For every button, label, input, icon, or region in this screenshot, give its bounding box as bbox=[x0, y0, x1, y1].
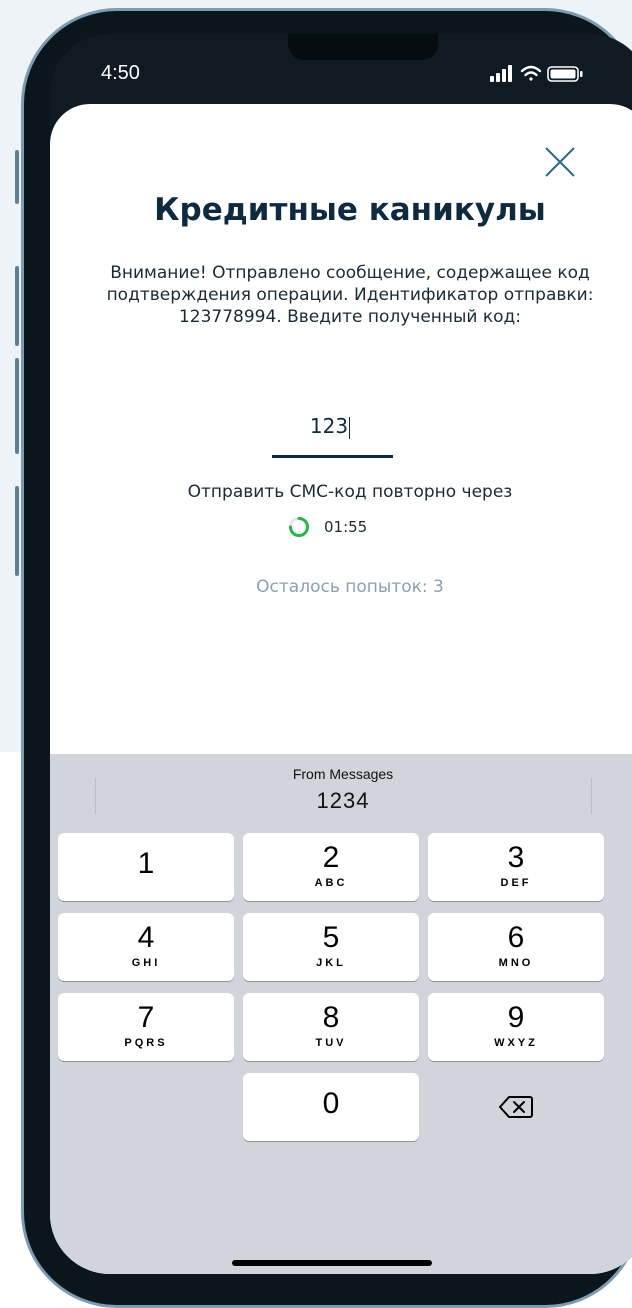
key-9[interactable]: 9 WXYZ bbox=[428, 993, 604, 1061]
key-2[interactable]: 2 ABC bbox=[243, 833, 419, 901]
text-caret bbox=[349, 416, 351, 439]
backspace-icon bbox=[499, 1096, 533, 1118]
key-digit: 4 bbox=[137, 921, 155, 954]
suggestion-code: 1234 bbox=[316, 788, 370, 813]
key-digit: 1 bbox=[137, 847, 155, 880]
suggestion-source: From Messages bbox=[292, 766, 394, 782]
key-digit: 5 bbox=[322, 921, 340, 954]
status-icons bbox=[490, 65, 583, 82]
key-digit: 6 bbox=[507, 921, 525, 954]
phone-side-button bbox=[15, 358, 19, 454]
phone-side-button bbox=[15, 150, 19, 204]
battery-icon bbox=[547, 66, 583, 82]
key-7[interactable]: 7 PQRS bbox=[58, 993, 234, 1061]
key-letters: MNO bbox=[498, 957, 534, 969]
key-digit: 9 bbox=[507, 1001, 525, 1034]
key-digit: 7 bbox=[137, 1001, 155, 1034]
delete-key[interactable] bbox=[428, 1073, 604, 1141]
numeric-keyboard: From Messages 1234 1 2 ABC 3 DEF 4 GHI 5… bbox=[50, 754, 632, 1274]
key-digit: 8 bbox=[322, 1001, 340, 1034]
wifi-icon bbox=[520, 65, 542, 81]
key-letters: PQRS bbox=[124, 1037, 168, 1049]
key-5[interactable]: 5 JKL bbox=[243, 913, 419, 981]
key-letters: DEF bbox=[500, 877, 532, 889]
key-digit: 3 bbox=[507, 841, 525, 874]
resend-timer: 01:55 bbox=[288, 516, 428, 540]
phone-screen: 4:50 Кредитные каникулы Внимание! Отправ… bbox=[50, 34, 632, 1274]
sms-code-input[interactable]: 123 bbox=[270, 414, 390, 439]
resend-label: Отправить СМС-код повторно через bbox=[187, 482, 513, 502]
close-icon[interactable] bbox=[542, 144, 578, 180]
key-letters: TUV bbox=[315, 1037, 347, 1049]
key-0[interactable]: 0 bbox=[243, 1073, 419, 1141]
key-6[interactable]: 6 MNO bbox=[428, 913, 604, 981]
key-digit: 0 bbox=[322, 1087, 340, 1120]
key-letters: ABC bbox=[314, 877, 348, 889]
key-1[interactable]: 1 bbox=[58, 833, 234, 901]
key-3[interactable]: 3 DEF bbox=[428, 833, 604, 901]
code-input-underline bbox=[272, 455, 393, 458]
key-letters: JKL bbox=[316, 957, 346, 969]
key-digit: 2 bbox=[322, 841, 340, 874]
modal-description: Внимание! Отправлено сообщение, содержащ… bbox=[106, 263, 594, 327]
attempts-remaining: Осталось попыток: 3 bbox=[256, 577, 444, 597]
autofill-suggestion[interactable]: From Messages 1234 bbox=[50, 760, 632, 824]
modal-title: Кредитные каникулы bbox=[154, 192, 546, 228]
home-indicator bbox=[232, 1260, 432, 1266]
phone-side-button bbox=[15, 266, 19, 346]
key-letters: GHI bbox=[131, 957, 161, 969]
key-8[interactable]: 8 TUV bbox=[243, 993, 419, 1061]
sms-code-value: 123 bbox=[309, 414, 349, 438]
countdown-spinner-icon bbox=[289, 517, 309, 537]
signal-icon bbox=[490, 65, 512, 82]
status-time: 4:50 bbox=[101, 62, 140, 84]
key-letters: WXYZ bbox=[494, 1037, 538, 1049]
timer-value: 01:55 bbox=[324, 518, 368, 536]
phone-notch bbox=[288, 34, 438, 60]
key-4[interactable]: 4 GHI bbox=[58, 913, 234, 981]
phone-side-button bbox=[15, 486, 19, 576]
